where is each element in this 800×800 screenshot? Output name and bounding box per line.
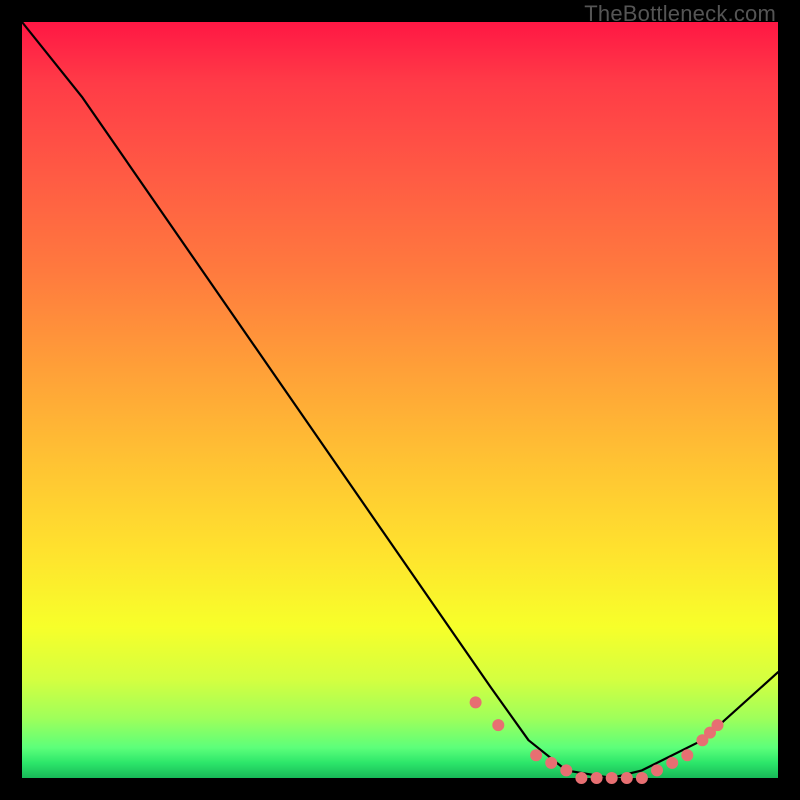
marker-dot xyxy=(591,772,603,784)
bottleneck-curve xyxy=(22,22,778,778)
plot-area xyxy=(22,22,778,778)
marker-dot xyxy=(530,749,542,761)
marker-dot xyxy=(492,719,504,731)
marker-dot xyxy=(545,757,557,769)
marker-dot xyxy=(560,764,572,776)
chart-frame: TheBottleneck.com xyxy=(0,0,800,800)
marker-dot xyxy=(666,757,678,769)
curve-layer xyxy=(22,22,778,778)
marker-dot xyxy=(681,749,693,761)
marker-dot xyxy=(470,696,482,708)
marker-dot xyxy=(636,772,648,784)
marker-dot xyxy=(575,772,587,784)
marker-dot xyxy=(606,772,618,784)
marker-dot xyxy=(651,764,663,776)
marker-dot xyxy=(621,772,633,784)
marker-dot xyxy=(712,719,724,731)
